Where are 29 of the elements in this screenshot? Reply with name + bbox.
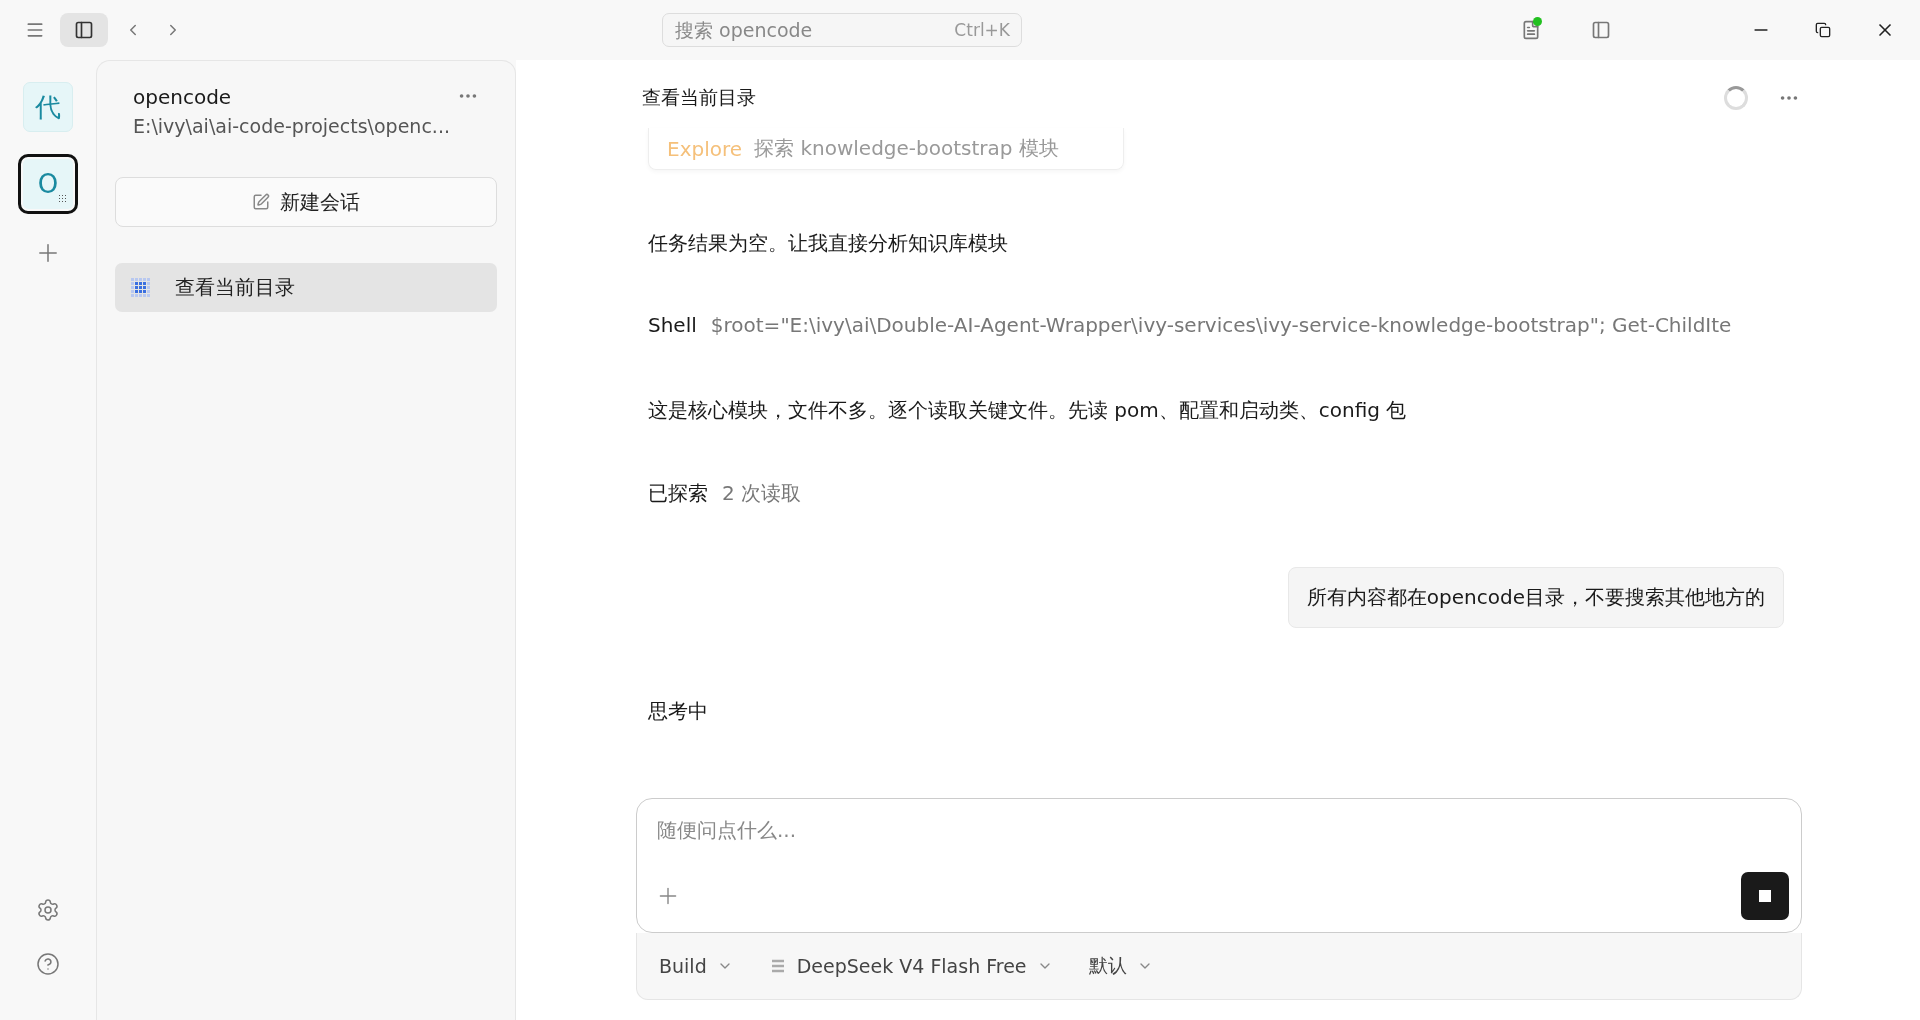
agent-select[interactable]: Build <box>659 955 733 977</box>
tool-detail: 2 次读取 <box>722 480 802 507</box>
user-message: 所有内容都在opencode目录，不要搜索其他地方的 <box>1287 567 1784 628</box>
model-select[interactable]: DeepSeek V4 Flash Free <box>768 955 1053 977</box>
assistant-message: 这是核心模块，文件不多。逐个读取关键文件。先读 pom、配置和启动类、config 包 <box>648 397 1408 424</box>
agent-label: Explore <box>667 136 743 161</box>
variant-select[interactable]: 默认 <box>1088 953 1153 979</box>
session-item[interactable]: 查看当前目录 <box>115 263 497 312</box>
help-icon[interactable] <box>36 952 60 976</box>
document-icon <box>1521 20 1541 40</box>
status-text: 思考中 <box>648 698 709 725</box>
project-name: opencode <box>133 85 233 109</box>
project-path: E:\ivy\ai\ai-code-projects\openc... <box>133 115 451 137</box>
stop-button[interactable] <box>1741 872 1789 920</box>
task-text: 探索 knowledge-bootstrap 模块 <box>754 135 1059 162</box>
edit-icon <box>252 193 270 211</box>
project-avatar[interactable]: O <box>18 154 78 214</box>
sidebar-toggle-icon[interactable] <box>60 13 108 47</box>
new-session-button[interactable]: 新建会话 <box>115 177 497 227</box>
tool-detail: $root="E:\ivy\ai\Double-AI-Agent-Wrapper\ivy-services\ivy-service-knowledge-bootstrap"; Get-ChildIte <box>710 313 1732 337</box>
tool-label: 已探索 <box>648 480 708 507</box>
status-dot <box>1533 17 1542 26</box>
shortcut-hint: Ctrl+K <box>954 20 1010 40</box>
project-avatar[interactable]: 代 <box>23 82 73 132</box>
settings-icon[interactable] <box>36 898 60 922</box>
tool-label: Shell <box>648 313 697 337</box>
composer-card[interactable]: 随便问点什么... <box>636 798 1802 933</box>
assistant-message: 任务结果为空。让我直接分析知识库模块 <box>648 230 1009 257</box>
chat-title: 查看当前目录 <box>642 85 757 110</box>
